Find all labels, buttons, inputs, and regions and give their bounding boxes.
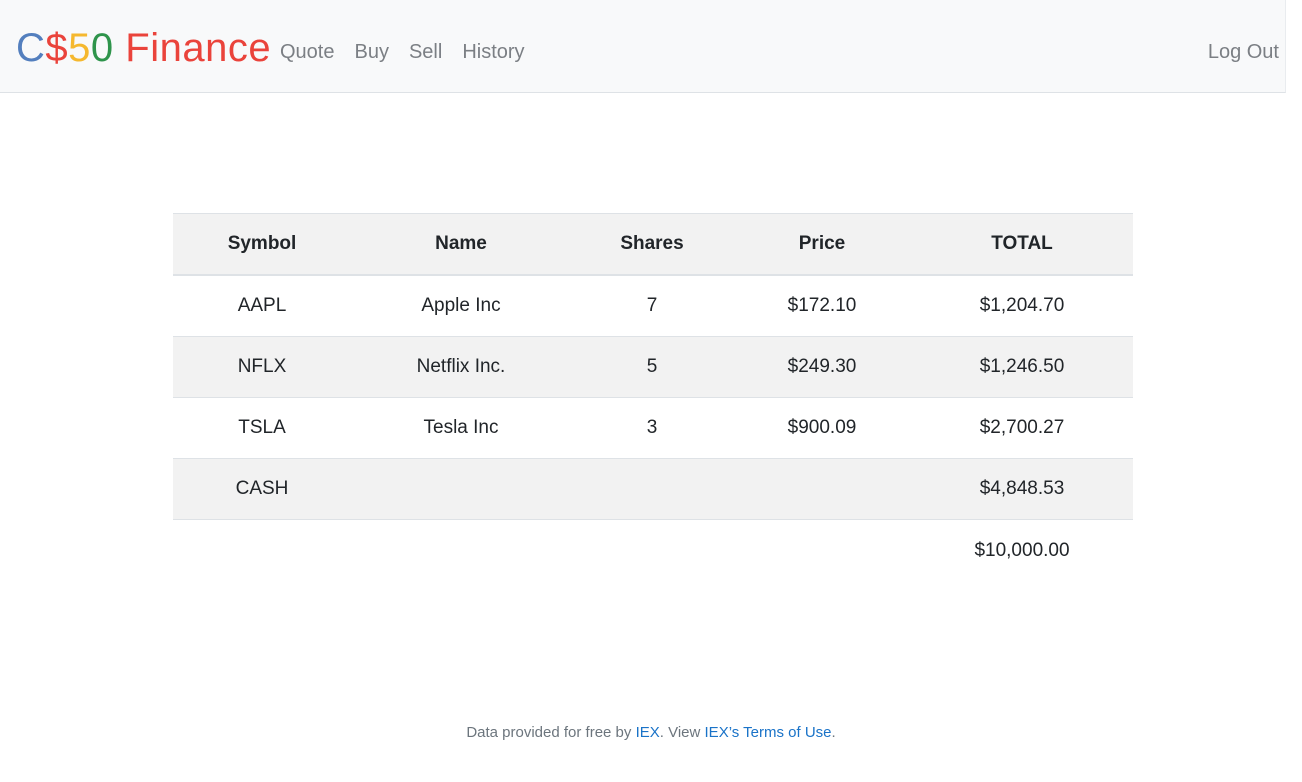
cell-name: Tesla Inc bbox=[423, 417, 499, 438]
portfolio-table: Symbol Name Shares Price TOTAL AAPL Appl… bbox=[173, 213, 1133, 582]
table-row: NFLX Netflix Inc. 5 $249.30 $1,246.50 bbox=[173, 336, 1133, 398]
cell-shares bbox=[571, 459, 733, 520]
cell-price: $900.09 bbox=[787, 417, 857, 438]
footer-text-middle: . View bbox=[659, 724, 705, 741]
cash-row: CASH $4,848.53 bbox=[173, 458, 1133, 520]
table-footer: $10,000.00 bbox=[173, 519, 1133, 582]
brand-logo[interactable]: C$50 Finance bbox=[16, 24, 271, 72]
header-price: Price bbox=[733, 213, 911, 276]
brand-dollar: $ bbox=[45, 26, 69, 70]
grand-total-row: $10,000.00 bbox=[173, 519, 1133, 582]
cell-symbol: TSLA bbox=[238, 417, 286, 438]
grand-total-value: $10,000.00 bbox=[911, 519, 1133, 582]
table-header: Symbol Name Shares Price TOTAL bbox=[173, 213, 1133, 276]
nav-history-link[interactable]: History bbox=[452, 38, 534, 66]
cell-symbol: AAPL bbox=[237, 295, 287, 316]
header-name: Name bbox=[351, 213, 571, 276]
brand-digit-5: 5 bbox=[68, 26, 91, 70]
cell-total: $2,700.27 bbox=[979, 417, 1065, 438]
table-row: TSLA Tesla Inc 3 $900.09 $2,700.27 bbox=[173, 398, 1133, 459]
nav-buy-link[interactable]: Buy bbox=[344, 38, 398, 66]
page-footer: Data provided for free by IEX. View IEX’… bbox=[0, 722, 1302, 744]
cell-shares: 7 bbox=[646, 295, 658, 316]
cell-price bbox=[733, 459, 911, 520]
terms-of-use-link[interactable]: IEX’s Terms of Use bbox=[705, 724, 832, 741]
nav-links: Quote Buy Sell History bbox=[270, 38, 535, 66]
cell-total: $1,246.50 bbox=[979, 356, 1065, 377]
nav-quote-link[interactable]: Quote bbox=[270, 38, 344, 66]
cell-symbol: NFLX bbox=[237, 356, 287, 377]
cell-name: Apple Inc bbox=[421, 295, 501, 316]
cell-name bbox=[351, 459, 571, 520]
header-row: Symbol Name Shares Price TOTAL bbox=[173, 213, 1133, 276]
empty-cell bbox=[733, 519, 911, 582]
header-total: TOTAL bbox=[911, 213, 1133, 276]
brand-letter-c: C bbox=[16, 26, 46, 70]
iex-link[interactable]: IEX bbox=[636, 724, 660, 741]
brand-word-finance: Finance bbox=[113, 26, 272, 70]
cell-symbol: CASH bbox=[235, 478, 289, 499]
footer-text-after: . bbox=[831, 724, 836, 741]
nav-sell-link[interactable]: Sell bbox=[399, 38, 452, 66]
cell-total: $4,848.53 bbox=[979, 478, 1065, 499]
cell-name: Netflix Inc. bbox=[416, 356, 506, 377]
cell-total: $1,204.70 bbox=[979, 295, 1065, 316]
header-shares: Shares bbox=[571, 213, 733, 276]
empty-cell bbox=[351, 519, 571, 582]
logout-link[interactable]: Log Out bbox=[1208, 38, 1279, 66]
navbar: C$50 Finance Quote Buy Sell History Log … bbox=[0, 0, 1286, 93]
cell-price: $249.30 bbox=[787, 356, 857, 377]
header-symbol: Symbol bbox=[173, 213, 351, 276]
brand-digit-0: 0 bbox=[90, 26, 114, 70]
cell-price: $172.10 bbox=[787, 295, 857, 316]
empty-cell bbox=[571, 519, 733, 582]
table-body: AAPL Apple Inc 7 $172.10 $1,204.70 NFLX … bbox=[173, 275, 1133, 520]
empty-cell bbox=[173, 519, 351, 582]
footer-text-before: Data provided for free by bbox=[466, 724, 636, 741]
cell-shares: 3 bbox=[646, 417, 658, 438]
table-row: AAPL Apple Inc 7 $172.10 $1,204.70 bbox=[173, 275, 1133, 337]
cell-shares: 5 bbox=[646, 356, 658, 377]
